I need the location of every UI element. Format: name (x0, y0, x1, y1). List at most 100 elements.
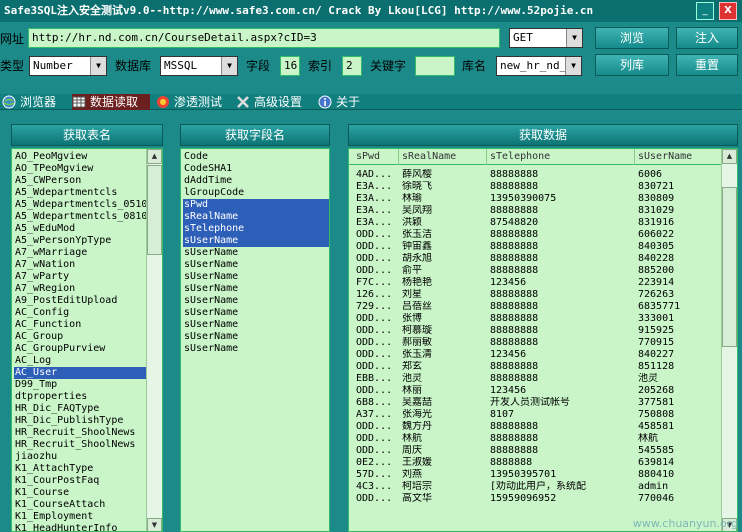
table-row[interactable]: ODD... 俞平 88888888 885200 (349, 265, 722, 277)
fields-list-panel[interactable]: Code CodeSHA1 dAddTime lGroupCode sPwd sRealN… (180, 148, 330, 532)
field-list-item[interactable]: CodeSHA1 (183, 163, 329, 175)
table-row[interactable]: 126... 刘星 88888888 726263 (349, 289, 722, 301)
field-list-item[interactable]: sUserName (183, 259, 329, 271)
table-list-item[interactable]: A5_Wdepartmentcls (14, 187, 146, 199)
table-list-item[interactable]: AC_Function (14, 319, 146, 331)
table-list-item[interactable]: HR_Dic_PublishType (14, 415, 146, 427)
scroll-thumb[interactable] (147, 165, 162, 255)
table-row[interactable]: ODD... 高文华 15959096952 770046 (349, 493, 722, 505)
field-list-item[interactable]: dAddTime (183, 175, 329, 187)
table-row[interactable]: E3A... 林瑜 13950390075 830809 (349, 193, 722, 205)
table-row[interactable]: ODD... 张玉洁 88888888 606022 (349, 229, 722, 241)
table-list-item[interactable]: AC_GroupPurview (14, 343, 146, 355)
chevron-down-icon[interactable]: ▼ (221, 57, 237, 75)
table-list-item[interactable]: D99_Tmp (14, 379, 146, 391)
tables-list-panel[interactable]: AO_PeoMgview AO_TPeoMgview A5_CWPerson A5_W… (11, 148, 163, 532)
field-list-item[interactable]: sUserName (183, 235, 329, 247)
scroll-up-icon[interactable]: ▲ (722, 149, 737, 164)
scroll-up-icon[interactable]: ▲ (147, 149, 162, 164)
data-scrollbar[interactable]: ▲ ▼ (721, 149, 737, 531)
list-db-button[interactable]: 列库 (595, 54, 669, 76)
scroll-down-icon[interactable]: ▼ (147, 518, 162, 531)
field-list-item[interactable]: sUserName (183, 307, 329, 319)
field-count-input[interactable]: 16 (280, 56, 300, 76)
table-row[interactable]: ODD... 柯慕璇 88888888 915925 (349, 325, 722, 337)
field-list-item[interactable]: sRealName (183, 211, 329, 223)
table-list-item[interactable]: AC_User (14, 367, 146, 379)
data-grid-panel[interactable]: sPwd sRealName sTelephone sUserName 4AD... 薛… (348, 148, 738, 532)
field-list-item[interactable]: sUserName (183, 343, 329, 355)
table-row[interactable]: ODD... 胡永旭 88888888 840228 (349, 253, 722, 265)
table-list-item[interactable]: A9_PostEditUpload (14, 295, 146, 307)
minimize-button[interactable]: _ (696, 2, 714, 20)
chevron-down-icon[interactable]: ▼ (566, 29, 582, 47)
field-list-item[interactable]: sUserName (183, 331, 329, 343)
field-list-item[interactable]: sUserName (183, 283, 329, 295)
table-list-item[interactable]: AO_PeoMgview (14, 151, 146, 163)
field-list-item[interactable]: sUserName (183, 319, 329, 331)
table-list-item[interactable]: jiaozhu (14, 451, 146, 463)
table-list-item[interactable]: A5_CWPerson (14, 175, 146, 187)
table-list-item[interactable]: A7_wMarriage (14, 247, 146, 259)
table-list-item[interactable]: HR_Recruit_ShoolNews (14, 439, 146, 451)
table-list-item[interactable]: K1_Employment (14, 511, 146, 523)
table-row[interactable]: ODD... 郝丽敏 88888888 770915 (349, 337, 722, 349)
table-list-item[interactable]: A5_Wdepartmentcls_0810 (14, 211, 147, 223)
table-list-item[interactable]: dtproperties (14, 391, 146, 403)
field-list-item[interactable]: sUserName (183, 271, 329, 283)
table-list-item[interactable]: A7_wNation (14, 259, 146, 271)
column-header[interactable]: sRealName (399, 149, 487, 165)
scroll-thumb[interactable] (722, 187, 737, 347)
column-header[interactable]: sTelephone (487, 149, 635, 165)
chevron-down-icon[interactable]: ▼ (90, 57, 106, 75)
table-list-item[interactable]: A7_wParty (14, 271, 146, 283)
field-list-item[interactable]: sPwd (183, 199, 329, 211)
table-row[interactable]: E3A... 徐晓飞 88888888 830721 (349, 181, 722, 193)
table-row[interactable]: EBB... 池灵 88888888 池灵 (349, 373, 722, 385)
browse-button[interactable]: 浏览 (595, 27, 669, 49)
table-row[interactable]: 4C3... 柯培宗 [劝动此用户，系统配 admin (349, 481, 722, 493)
table-list-item[interactable]: AC_Log (14, 355, 146, 367)
table-list-item[interactable]: K1_Course (14, 487, 146, 499)
index-input[interactable]: 2 (342, 56, 362, 76)
table-list-item[interactable]: AC_Group (14, 331, 146, 343)
tab-about[interactable]: 关于 (318, 94, 374, 110)
table-row[interactable]: 57D... 刘燕 13950395701 880410 (349, 469, 722, 481)
field-list-item[interactable]: sUserName (183, 295, 329, 307)
table-row[interactable]: 729... 吕蓓丝 88888888 6835771 (349, 301, 722, 313)
table-list-item[interactable]: K1_HeadHunterInfo (14, 523, 146, 531)
inject-button[interactable]: 注入 (676, 27, 738, 49)
table-list-item[interactable]: HR_Recruit_ShoolNews (14, 427, 146, 439)
reset-button[interactable]: 重置 (676, 54, 738, 76)
tab-browser[interactable]: 浏览器 (2, 94, 68, 110)
tables-list[interactable]: AO_PeoMgview AO_TPeoMgview A5_CWPerson A5_W… (14, 151, 147, 531)
keyword-input[interactable] (415, 56, 455, 76)
table-row[interactable]: E3A... 洪颖 87548820 831916 (349, 217, 722, 229)
table-list-item[interactable]: K1_CourseAttach (14, 499, 146, 511)
table-row[interactable]: ODD... 张博 88888888 333001 (349, 313, 722, 325)
table-list-item[interactable]: K1_AttachType (14, 463, 146, 475)
column-header[interactable]: sUserName (635, 149, 722, 165)
table-row[interactable]: E3A... 吴凤翔 88888888 831029 (349, 205, 722, 217)
tables-scrollbar[interactable]: ▲ ▼ (146, 149, 162, 531)
table-row[interactable]: ODD... 郑玄 88888888 851128 (349, 361, 722, 373)
table-list-item[interactable]: K1_CourPostFaq (14, 475, 146, 487)
table-list-item[interactable]: A7_wRegion (14, 283, 146, 295)
type-select[interactable]: Number ▼ (29, 56, 107, 76)
tab-penetration[interactable]: 渗透测试 (156, 94, 230, 110)
table-list-item[interactable]: A5_wEduMod (14, 223, 146, 235)
table-list-item[interactable]: A5_wPersonYpType (14, 235, 146, 247)
field-list-item[interactable]: Code (183, 151, 329, 163)
table-list-item[interactable]: HR_Dic_FAQType (14, 403, 146, 415)
table-row[interactable]: ODD... 钟宙鑫 88888888 840305 (349, 241, 722, 253)
tab-advanced[interactable]: 高级设置 (236, 94, 312, 110)
table-list-item[interactable]: AO_TPeoMgview (14, 163, 146, 175)
table-row[interactable]: ODD... 林航 88888888 林航 (349, 433, 722, 445)
dbname-select[interactable]: new_hr_nd_d ▼ (496, 56, 582, 76)
close-button[interactable]: X (719, 2, 737, 20)
tab-data-read[interactable]: 数据读取 (72, 94, 150, 110)
table-row[interactable]: ODD... 周庆 88888888 545585 (349, 445, 722, 457)
table-row[interactable]: ODD... 魏方丹 88888888 458581 (349, 421, 722, 433)
table-list-item[interactable]: A5_Wdepartmentcls_0510 (14, 199, 147, 211)
table-row[interactable]: 4AD... 薛风樱 88888888 6006 (349, 169, 722, 181)
